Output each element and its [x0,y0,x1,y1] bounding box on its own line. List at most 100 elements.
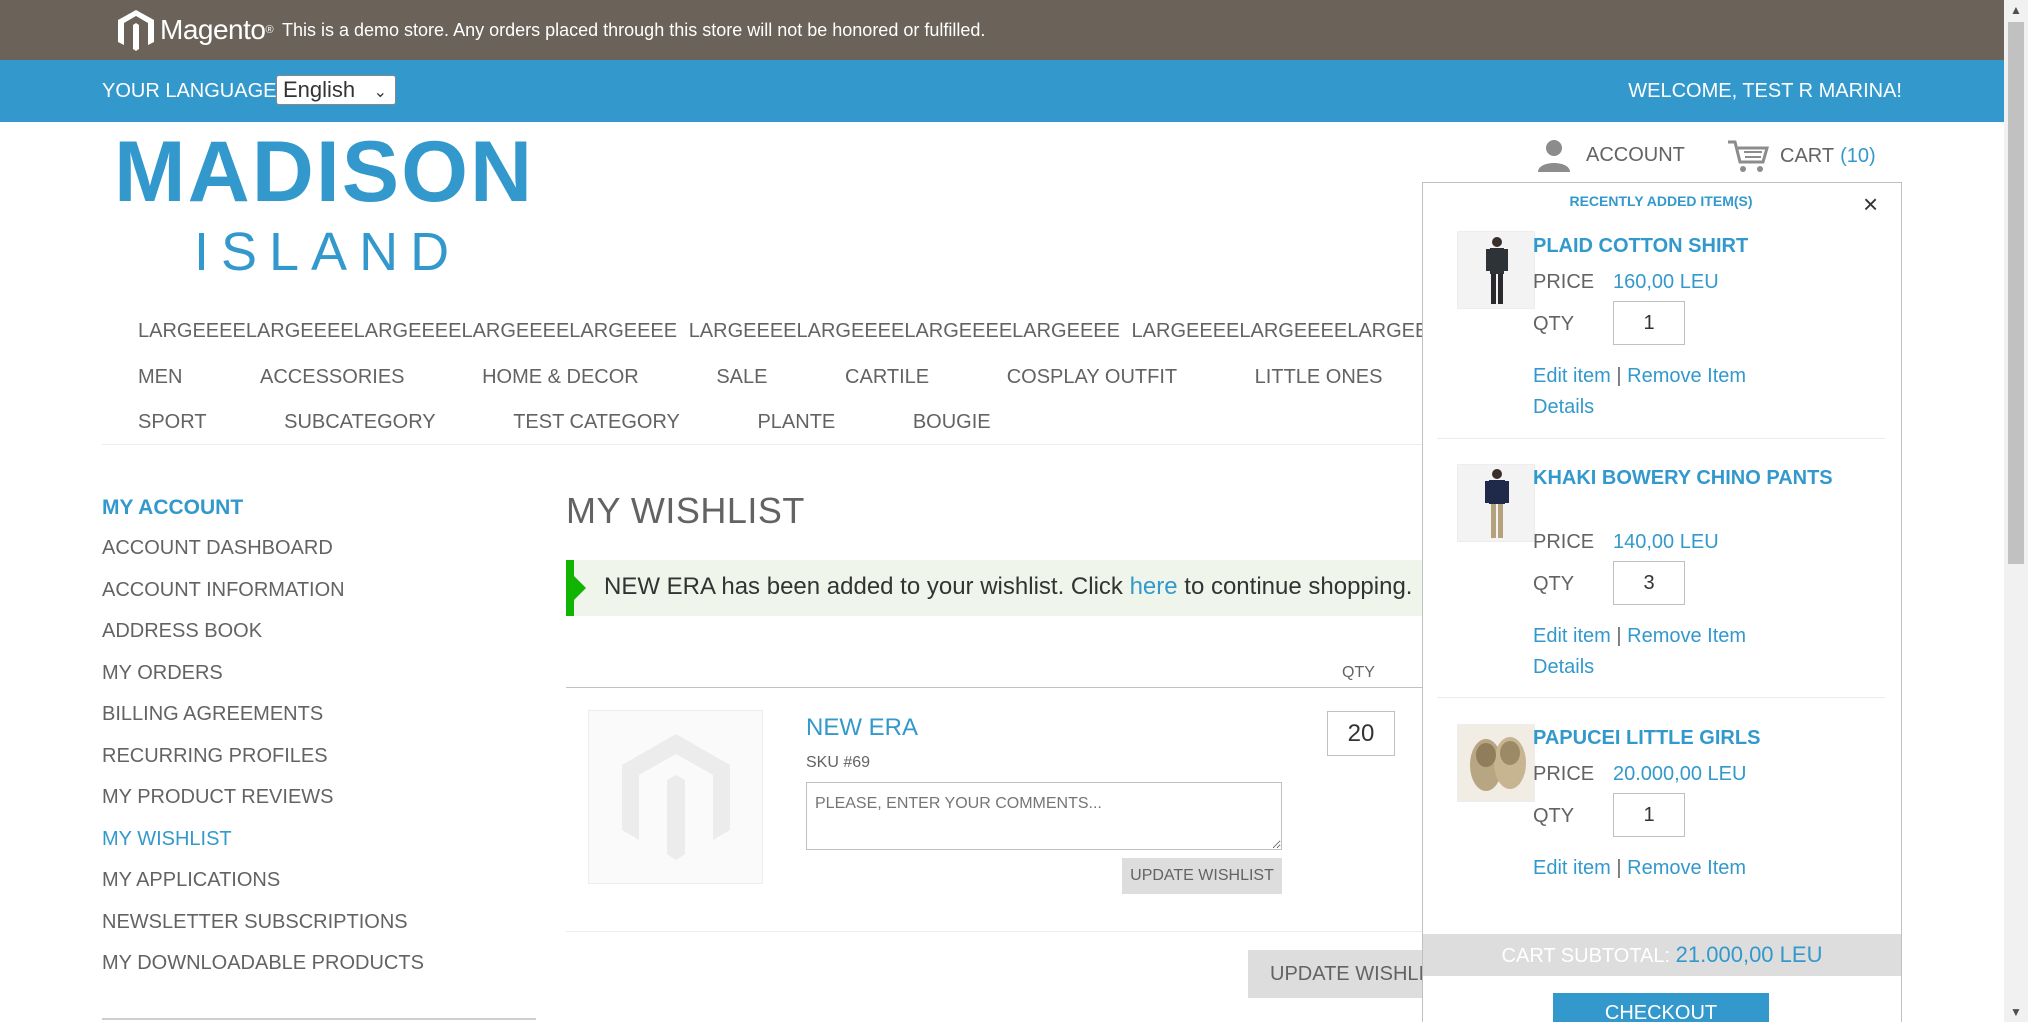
nav-item-cartile[interactable]: CARTILE [845,366,929,389]
nav-row-2: MEN ACCESSORIES HOME & DECOR SALE CARTIL… [138,366,1454,389]
cart-item-links: Edit item | Remove Item Details [1533,361,1746,423]
nav-item-bougie[interactable]: BOUGIE [913,411,991,434]
cart-item-price: 160,00 LEU [1613,271,1719,293]
update-wishlist-button[interactable]: UPDATE WISHLIST [1248,950,1448,998]
sidebar-item-recurring-profiles[interactable]: RECURRING PROFILES [102,742,536,784]
demo-notice-text: This is a demo store. Any orders placed … [282,20,986,40]
product-sku: SKU #69 [806,754,871,771]
sidebar-item-address-book[interactable]: ADDRESS BOOK [102,617,536,659]
cart-item-divider [1437,697,1885,698]
shirt-product-image [1458,232,1534,308]
remove-item-link[interactable]: Remove Item [1627,365,1746,387]
magento-logo-icon [118,10,154,51]
scroll-up-arrow-icon[interactable]: ▲ [2004,0,2028,20]
continue-shopping-link[interactable]: here [1130,573,1178,600]
sidebar-item-my-orders[interactable]: MY ORDERS [102,659,536,701]
nav-item-sale[interactable]: SALE [716,366,767,389]
account-link[interactable]: ACCOUNT [1536,138,1685,172]
nav-item-test-category[interactable]: TEST CATEGORY [513,411,680,434]
cart-item-qty-label: QTY [1533,313,1575,335]
details-link[interactable]: Details [1533,656,1594,678]
success-message-text: NEW ERA has been added to your wishlist.… [604,573,1130,600]
language-select[interactable]: English ⌄ [276,75,396,105]
cart-item-qty-input[interactable]: 1 [1613,793,1685,837]
page-title: MY WISHLIST [566,490,805,531]
minicart-title: RECENTLY ADDED ITEM(S) [1569,193,1753,209]
nav-item-sport[interactable]: SPORT [138,411,207,434]
cart-item-thumbnail[interactable] [1457,231,1535,309]
product-image[interactable] [588,710,763,884]
nav-item-plante[interactable]: PLANTE [757,411,835,434]
success-arrow-icon [574,576,586,600]
cart-item-price-label: PRICE [1533,763,1595,785]
cart-item-name[interactable]: PAPUCEI LITTLE GIRLS [1533,725,1833,752]
nav-item-little-ones[interactable]: LITTLE ONES [1255,366,1383,389]
cart-item-thumbnail[interactable] [1457,724,1535,802]
nav-item-accessories[interactable]: ACCESSORIES [260,366,404,389]
remove-item-link[interactable]: Remove Item [1627,625,1746,647]
cart-item-qty-input[interactable]: 1 [1613,301,1685,345]
product-name-link[interactable]: NEW ERA [806,714,918,742]
cart-item-name[interactable]: PLAID COTTON SHIRT [1533,233,1833,260]
remove-item-link[interactable]: Remove Item [1627,857,1746,879]
cart-subtotal-label: CART SUBTOTAL: [1501,945,1671,967]
cart-item-qty-label: QTY [1533,805,1575,827]
sidebar-divider [102,1018,536,1020]
chevron-down-icon: ⌄ [373,84,387,101]
nav-item-subcategory[interactable]: SUBCATEGORY [284,411,436,434]
scrollbar-thumb[interactable] [2008,22,2024,564]
cart-item-thumbnail[interactable] [1457,464,1535,542]
sidebar-item-billing-agreements[interactable]: BILLING AGREEMENTS [102,700,536,742]
close-icon[interactable]: × [1863,191,1878,217]
sidebar-title: MY ACCOUNT [102,496,244,519]
nav-item-men[interactable]: MEN [138,366,182,389]
account-label: ACCOUNT [1586,143,1685,166]
nav-item[interactable]: LARGEEEELARGEEEELARGEEEELARGEEEE [689,320,1120,343]
update-wishlist-item-button[interactable]: UPDATE WISHLIST [1122,858,1282,894]
sidebar-item-my-wishlist: MY WISHLIST [102,827,232,850]
sidebar-item-downloadable-products[interactable]: MY DOWNLOADABLE PRODUCTS [102,949,536,991]
nav-item-home-decor[interactable]: HOME & DECOR [482,366,639,389]
link-separator: | [1616,625,1622,647]
cart-item-name[interactable]: KHAKI BOWERY CHINO PANTS [1533,465,1833,492]
language-selected: English [283,77,356,102]
store-logo-subtitle[interactable]: ISLAND [194,222,461,282]
sidebar-item-product-reviews[interactable]: MY PRODUCT REVIEWS [102,783,536,825]
link-separator: | [1616,365,1622,387]
cart-item-links: Edit item | Remove Item Details [1533,621,1746,683]
sidebar-item-account-dashboard[interactable]: ACCOUNT DASHBOARD [102,534,536,576]
edit-item-link[interactable]: Edit item [1533,365,1611,387]
edit-item-link[interactable]: Edit item [1533,857,1611,879]
qty-column-header: QTY [1342,664,1375,681]
slippers-product-image [1458,725,1534,801]
cart-item-price: 20.000,00 LEU [1613,763,1747,785]
page-scrollbar[interactable]: ▲ ▼ [2004,0,2028,1022]
cart-item-links: Edit item | Remove Item [1533,853,1746,884]
account-sidebar: MY ACCOUNT ACCOUNT DASHBOARD ACCOUNT INF… [102,494,536,991]
nav-item-cosplay-outfit[interactable]: COSPLAY OUTFIT [1007,366,1177,389]
nav-item[interactable]: LARGEEEELARGEEEELARGEEEE [1132,320,1422,343]
scroll-down-arrow-icon[interactable]: ▼ [2004,1002,2028,1022]
nav-row-3: SPORT SUBCATEGORY TEST CATEGORY PLANTE B… [138,411,1063,434]
nav-item[interactable]: LARGEEEELARGEEEELARGEEEELARGEEEELARGEEEE [138,320,677,343]
success-message: NEW ERA has been added to your wishlist.… [566,560,1422,616]
account-icon [1538,140,1570,172]
store-logo[interactable]: MADISON [114,122,534,222]
sidebar-item-newsletter[interactable]: NEWSLETTER SUBSCRIPTIONS [102,908,536,950]
cart-item-qty-input[interactable]: 3 [1613,561,1685,605]
sidebar-item-my-applications[interactable]: MY APPLICATIONS [102,866,536,908]
minicart-dropdown: RECENTLY ADDED ITEM(S) × PLAID COTTON SH… [1422,182,1902,1022]
magento-logo: Magento ® [116,8,274,52]
sidebar-item-account-information[interactable]: ACCOUNT INFORMATION [102,576,536,618]
qty-input[interactable]: 20 [1327,711,1395,756]
checkout-button[interactable]: CHECKOUT [1553,993,1769,1022]
cart-item-price-label: PRICE [1533,531,1595,553]
language-label: YOUR LANGUAGE: [102,80,283,102]
comment-textarea[interactable] [806,782,1282,850]
cart-subtotal-value: 21.000,00 LEU [1675,942,1823,967]
cart-link[interactable]: CART (10) [1726,138,1876,174]
cart-subtotal: CART SUBTOTAL: 21.000,00 LEU [1423,934,1901,976]
cart-item-price: 140,00 LEU [1613,531,1719,553]
edit-item-link[interactable]: Edit item [1533,625,1611,647]
details-link[interactable]: Details [1533,396,1594,418]
